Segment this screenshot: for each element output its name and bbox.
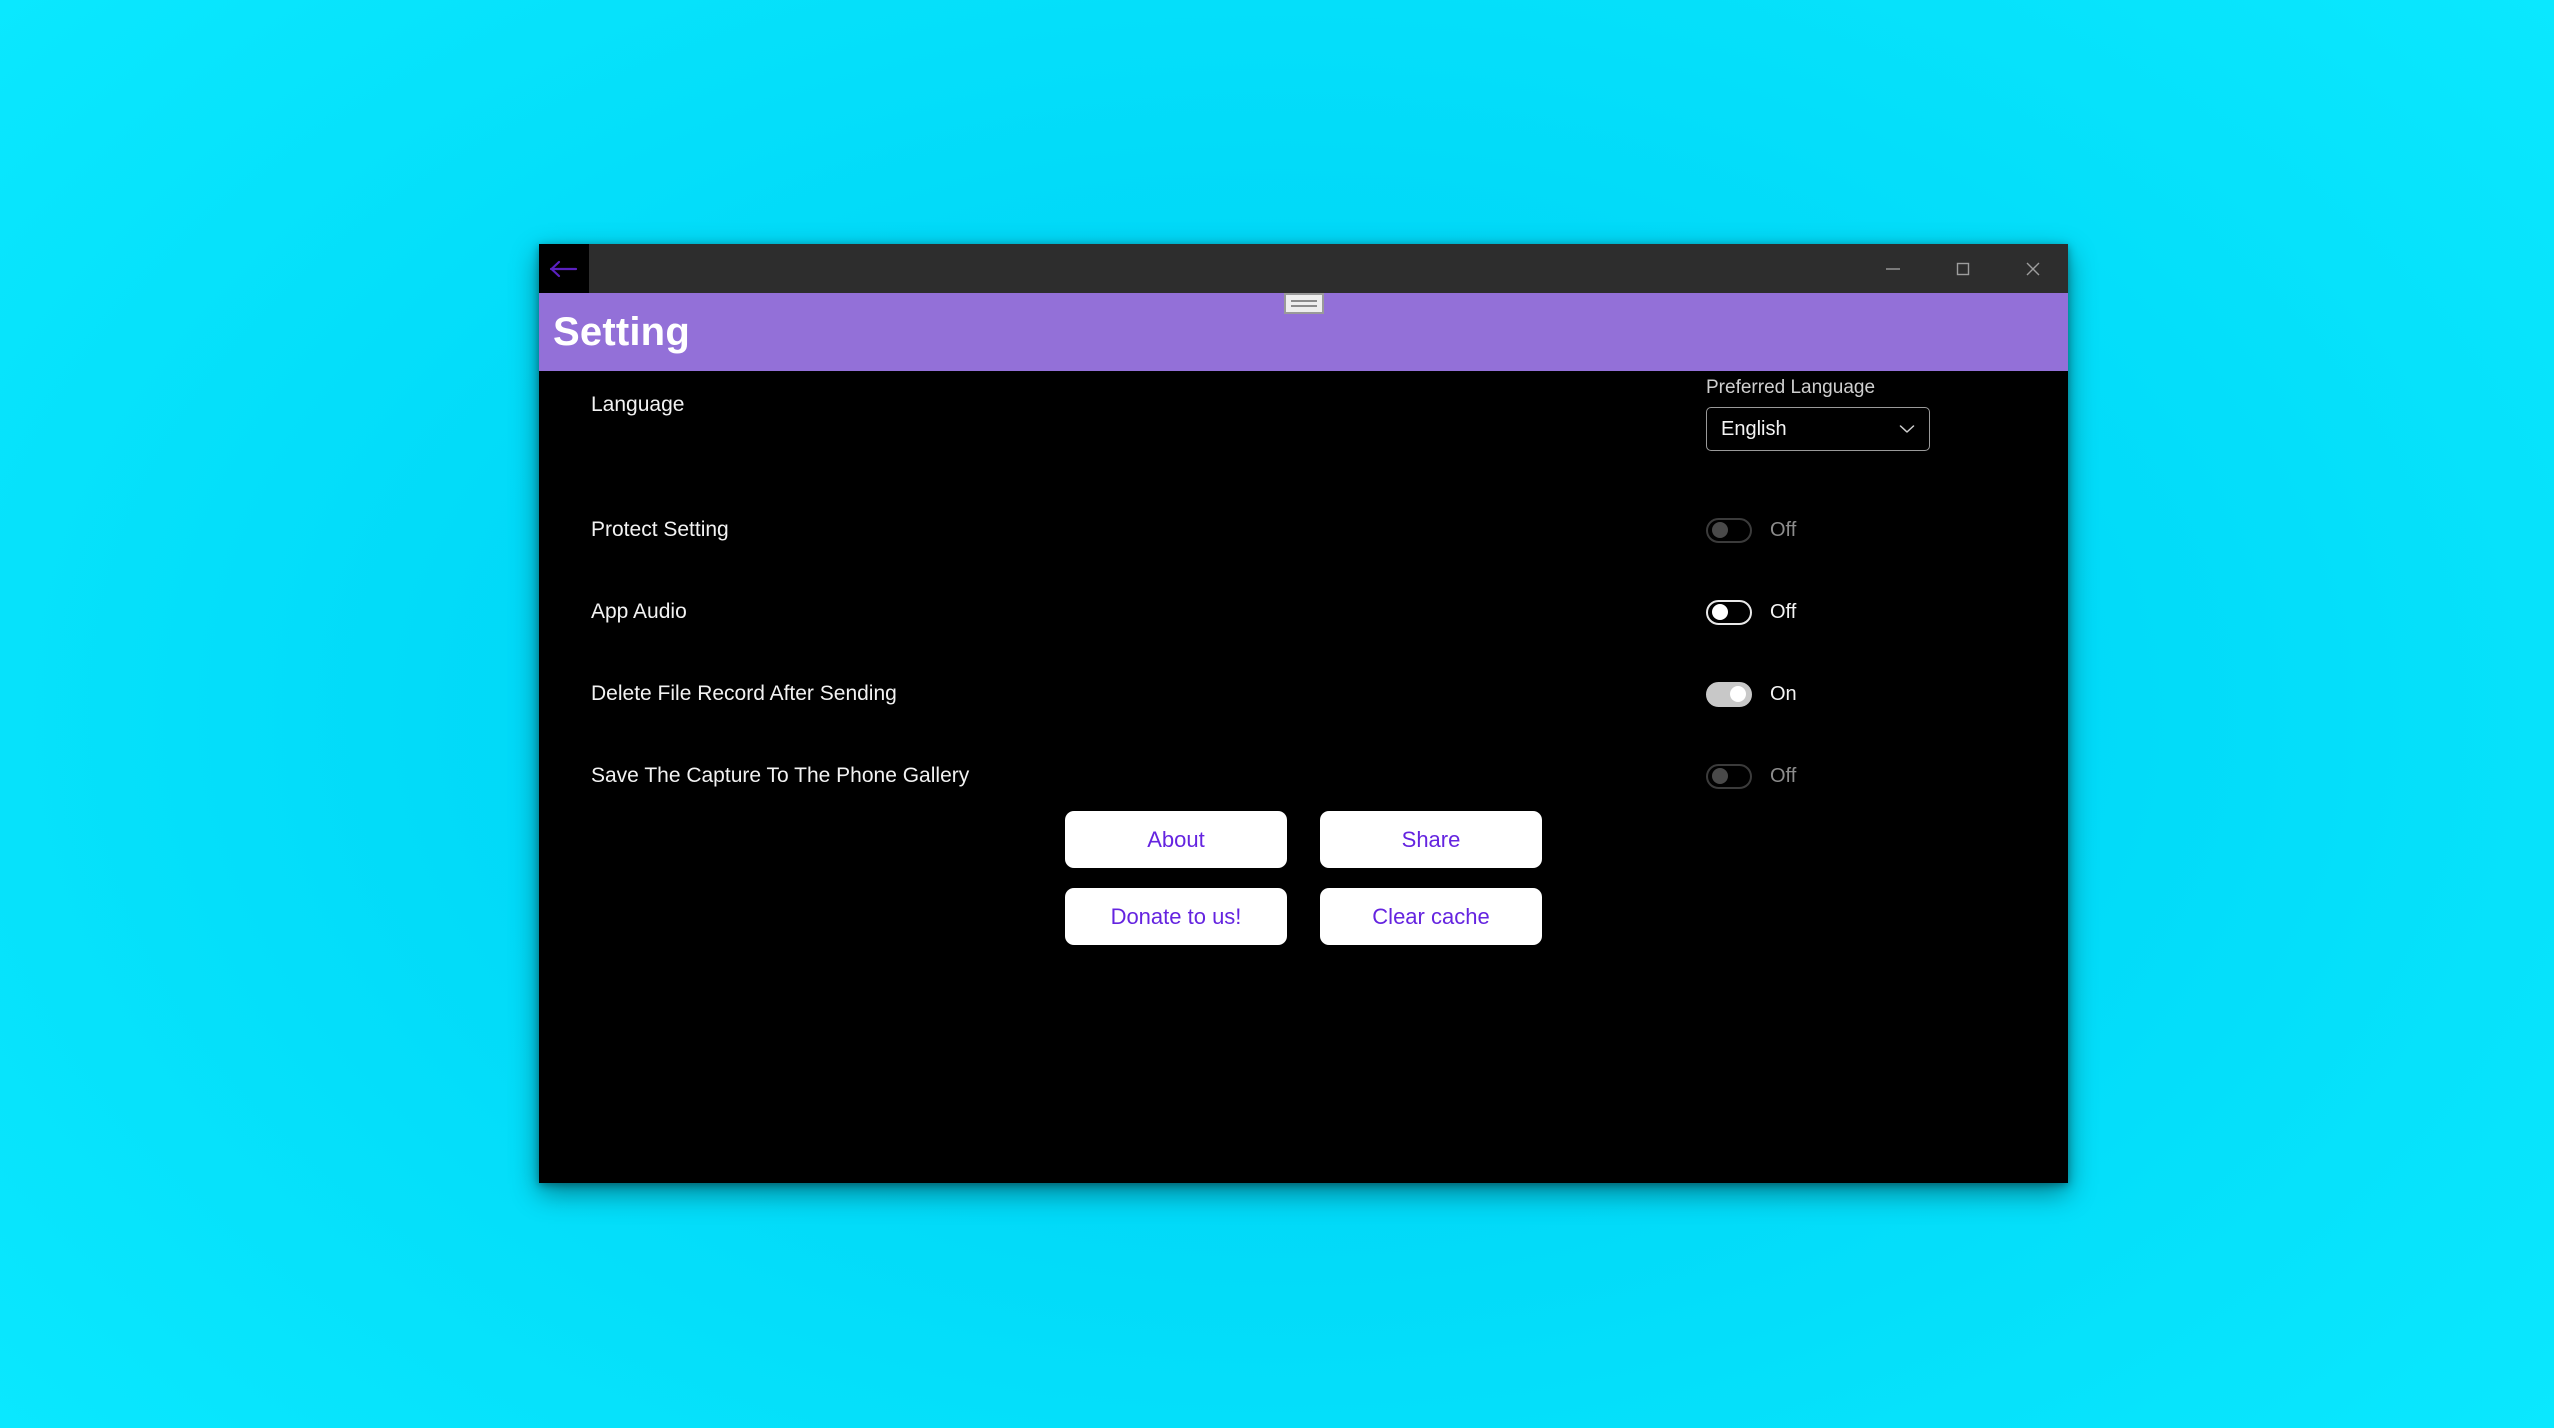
setting-label-language: Language: [591, 393, 685, 416]
back-button[interactable]: [539, 244, 589, 293]
toggle-thumb: [1712, 522, 1728, 538]
action-button-row: About Share: [1065, 811, 1542, 868]
about-button[interactable]: About: [1065, 811, 1287, 868]
toggle-delete-file-record[interactable]: [1706, 681, 1752, 707]
toggle-protect-setting[interactable]: [1706, 517, 1752, 543]
action-button-row: Donate to us! Clear cache: [1065, 888, 1542, 945]
toggle-thumb: [1730, 686, 1746, 702]
minimize-button[interactable]: [1858, 244, 1928, 293]
share-button[interactable]: Share: [1320, 811, 1542, 868]
clear-cache-button[interactable]: Clear cache: [1320, 888, 1542, 945]
minimize-icon: [1884, 263, 1902, 275]
setting-row-delete-file-record: Delete File Record After Sending On: [539, 653, 2068, 735]
toggle-save-capture[interactable]: [1706, 763, 1752, 789]
close-button[interactable]: [1998, 244, 2068, 293]
settings-content: Language Preferred Language English Prot…: [539, 371, 2068, 1183]
action-buttons: About Share Donate to us! Clear cache: [539, 811, 2068, 945]
toggle-app-audio[interactable]: [1706, 599, 1752, 625]
settings-list: Language Preferred Language English Prot…: [539, 371, 2068, 817]
drag-handle-icon[interactable]: [1283, 293, 1324, 314]
arrow-left-icon: [549, 259, 579, 279]
setting-row-app-audio: App Audio Off: [539, 571, 2068, 653]
language-select[interactable]: English: [1706, 407, 1930, 451]
title-bar-drag-area[interactable]: [589, 244, 1858, 293]
protect-setting-control: Off: [1706, 489, 2016, 571]
close-icon: [2024, 260, 2042, 278]
app-window: Setting Language Preferred Language Engl…: [539, 244, 2068, 1183]
language-select-value: English: [1721, 417, 1787, 440]
setting-label-protect-setting: Protect Setting: [591, 518, 729, 541]
title-bar: [539, 244, 2068, 293]
page-header: Setting: [539, 293, 2068, 371]
toggle-state-protect-setting: Off: [1770, 518, 1797, 541]
toggle-state-save-capture: Off: [1770, 764, 1797, 787]
setting-label-save-capture: Save The Capture To The Phone Gallery: [591, 764, 970, 787]
toggle-state-app-audio: Off: [1770, 600, 1797, 623]
setting-row-protect-setting: Protect Setting Off: [539, 489, 2068, 571]
delete-file-record-control: On: [1706, 653, 2016, 735]
toggle-thumb: [1712, 768, 1728, 784]
maximize-button[interactable]: [1928, 244, 1998, 293]
save-capture-control: Off: [1706, 735, 2016, 817]
setting-row-save-capture: Save The Capture To The Phone Gallery Of…: [539, 735, 2068, 817]
toggle-state-delete-file-record: On: [1770, 682, 1797, 705]
setting-label-delete-file-record: Delete File Record After Sending: [591, 682, 897, 705]
donate-button[interactable]: Donate to us!: [1065, 888, 1287, 945]
setting-row-language: Language Preferred Language English: [539, 371, 2068, 489]
toggle-thumb: [1712, 604, 1728, 620]
app-audio-control: Off: [1706, 571, 2016, 653]
maximize-icon: [1955, 261, 1971, 277]
preferred-language-label: Preferred Language: [1706, 377, 1876, 398]
handle-bar: [1290, 300, 1317, 302]
chevron-down-icon: [1899, 424, 1915, 434]
page-title: Setting: [553, 310, 690, 354]
handle-bar: [1290, 305, 1317, 307]
language-control: Preferred Language English: [1706, 371, 2016, 451]
setting-label-app-audio: App Audio: [591, 600, 687, 623]
